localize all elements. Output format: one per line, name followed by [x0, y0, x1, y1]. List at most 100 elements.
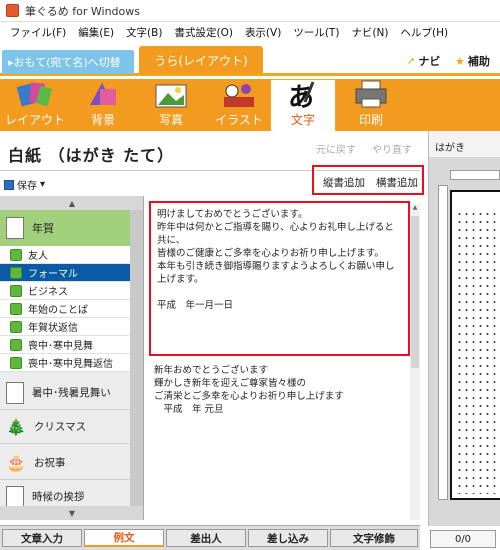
category-list: ▲ 年賀 友人 フォーマル ビジネス 年始のことば 年賀状返信 喪中･寒中見舞 … [0, 196, 144, 520]
menu-bar: ファイル(F) 編集(E) 文字(B) 書式設定(O) 表示(V) ツール(T)… [0, 22, 500, 42]
summer-card-icon [6, 381, 24, 404]
vertical-ruler [438, 185, 448, 500]
bottom-tab-bar: 文章入力 例文 差出人 差し込み 文字修飾 [0, 525, 420, 550]
menu-format[interactable]: 書式設定(O) [168, 25, 238, 40]
green-square-icon [10, 266, 22, 279]
tab-example[interactable]: 例文 [84, 529, 164, 547]
greeting-card-icon [6, 217, 24, 239]
category-header[interactable]: 年賀 [0, 210, 130, 246]
list-item-label: 友人 [28, 251, 48, 262]
tool-layout-label: レイアウト [4, 113, 65, 127]
example-text-next[interactable]: 新年おめでとうございます 輝かしき新年を迎えご尊家皆々様の ご清栄とご多幸を心よ… [154, 364, 412, 416]
printer-icon [355, 80, 387, 108]
list-item-selected[interactable]: フォーマル [0, 264, 130, 282]
category-item-label: 時候の挨拶 [32, 491, 85, 503]
list-item[interactable]: 年賀状返信 [0, 318, 130, 336]
add-vertical-text-button[interactable]: 縦書追加 [323, 175, 365, 190]
menu-file[interactable]: ファイル(F) [4, 25, 72, 40]
page-indicator: 0/0 [430, 530, 496, 548]
window-title: 筆ぐるめ for Windows [25, 4, 141, 18]
list-item[interactable]: 喪中･寒中見舞 [0, 336, 130, 354]
tab-text-input[interactable]: 文章入力 [2, 529, 82, 547]
green-square-icon [10, 284, 22, 297]
help-label: 補助 [467, 55, 490, 68]
tab-sender[interactable]: 差出人 [166, 529, 246, 547]
tool-text-label: 文字 [290, 113, 315, 127]
text-icon: あ [288, 81, 315, 109]
tab-insert[interactable]: 差し込み [248, 529, 328, 547]
tool-background[interactable]: 背景 [70, 79, 136, 131]
list-item[interactable]: ビジネス [0, 282, 130, 300]
list-item[interactable]: 喪中･寒中見舞返信 [0, 354, 130, 372]
dropdown-arrow-icon: ▾ [40, 179, 46, 190]
photo-icon [155, 84, 187, 108]
tool-print[interactable]: 印刷 [338, 79, 404, 131]
title-bar: 筆ぐるめ for Windows [0, 0, 500, 22]
main-toolbar: レイアウト 背景 写真 イラスト あ 文字 印刷 [0, 79, 500, 131]
tool-illustration-label: イラスト [215, 113, 263, 127]
menu-tools[interactable]: ツール(T) [287, 25, 345, 40]
text-scroll-up-icon[interactable]: ▲ [411, 204, 419, 214]
list-scroll-down-button[interactable]: ▼ [0, 506, 143, 520]
navi-label: ナビ [418, 55, 441, 68]
tab-text-decoration[interactable]: 文字修飾 [330, 529, 418, 547]
tool-text[interactable]: あ 文字 [270, 79, 336, 131]
page-title: 白紙 （はがき たて） [8, 146, 175, 165]
text-scroll-thumb[interactable] [411, 216, 419, 368]
tool-illustration[interactable]: イラスト [206, 79, 272, 131]
menu-help[interactable]: ヘルプ(H) [395, 25, 455, 40]
list-item-label: ビジネス [28, 287, 68, 298]
save-button[interactable]: 保存 ▾ [4, 177, 45, 192]
list-item-label: 年始のことば [28, 305, 88, 316]
green-square-icon [10, 320, 22, 333]
green-square-icon [10, 248, 22, 261]
illustration-icon [224, 84, 254, 107]
app-logo-icon [6, 4, 19, 17]
tool-layout[interactable]: レイアウト [2, 79, 68, 131]
navi-button[interactable]: ➚ ナビ [407, 53, 440, 69]
list-scroll-up-button[interactable]: ▲ [0, 196, 143, 210]
horizontal-ruler [450, 170, 500, 180]
menu-edit[interactable]: 編集(E) [72, 25, 120, 40]
switch-to-front-button[interactable]: ▸おもて(宛て名)へ切替 [2, 50, 134, 74]
category-header-label: 年賀 [32, 222, 54, 235]
menu-view[interactable]: 表示(V) [239, 25, 287, 40]
list-item[interactable]: 友人 [0, 246, 130, 264]
green-square-icon [10, 338, 22, 351]
category-item[interactable]: 🎂 お祝事 [0, 446, 130, 480]
mode-row: ▸おもて(宛て名)へ切替 うら(レイアウト) ➚ ナビ ★ 補助 [0, 44, 500, 76]
cake-icon: 🎂 [6, 453, 26, 472]
layout-icon [16, 82, 53, 107]
list-item[interactable]: 年始のことば [0, 300, 130, 318]
menu-navi[interactable]: ナビ(N) [345, 25, 394, 40]
redo-button[interactable]: やり直す [372, 141, 412, 156]
save-icon [4, 179, 14, 190]
category-item-label: 暑中･残暑見舞い [32, 387, 111, 399]
green-square-icon [10, 302, 22, 315]
list-item-label: 年賀状返信 [28, 323, 78, 334]
category-item[interactable]: 暑中･残暑見舞い [0, 376, 130, 410]
christmas-tree-icon: 🎄 [6, 417, 26, 436]
preview-label: はがき [428, 131, 500, 157]
back-layout-tab[interactable]: うら(レイアウト) [139, 46, 263, 74]
star-icon: ★ [455, 54, 465, 68]
postcard-grid [456, 210, 500, 494]
category-item-label: お祝事 [33, 457, 66, 469]
background-icon [90, 83, 116, 105]
help-button[interactable]: ★ 補助 [455, 53, 490, 69]
cursor-arrow-icon: ➚ [407, 55, 416, 67]
text-scrollbar[interactable]: ▲ [410, 204, 420, 520]
season-card-icon [6, 485, 24, 508]
tool-photo[interactable]: 写真 [138, 79, 204, 131]
list-item-label: フォーマル [28, 269, 78, 280]
category-item-label: クリスマス [33, 421, 87, 433]
tool-photo-label: 写真 [158, 113, 183, 127]
save-label: 保存 [17, 181, 37, 192]
menu-text[interactable]: 文字(B) [120, 25, 168, 40]
list-item-label: 喪中･寒中見舞返信 [28, 359, 113, 370]
undo-button[interactable]: 元に戻す [316, 141, 356, 156]
list-scrollbar[interactable] [130, 210, 143, 506]
category-item[interactable]: 🎄 クリスマス [0, 410, 130, 444]
add-horizontal-text-button[interactable]: 横書追加 [376, 175, 418, 190]
example-text-selected[interactable]: 明けましておめでとうございます。 昨年中は何かとご指導を賜り、心よりお礼申し上げ… [149, 201, 410, 356]
